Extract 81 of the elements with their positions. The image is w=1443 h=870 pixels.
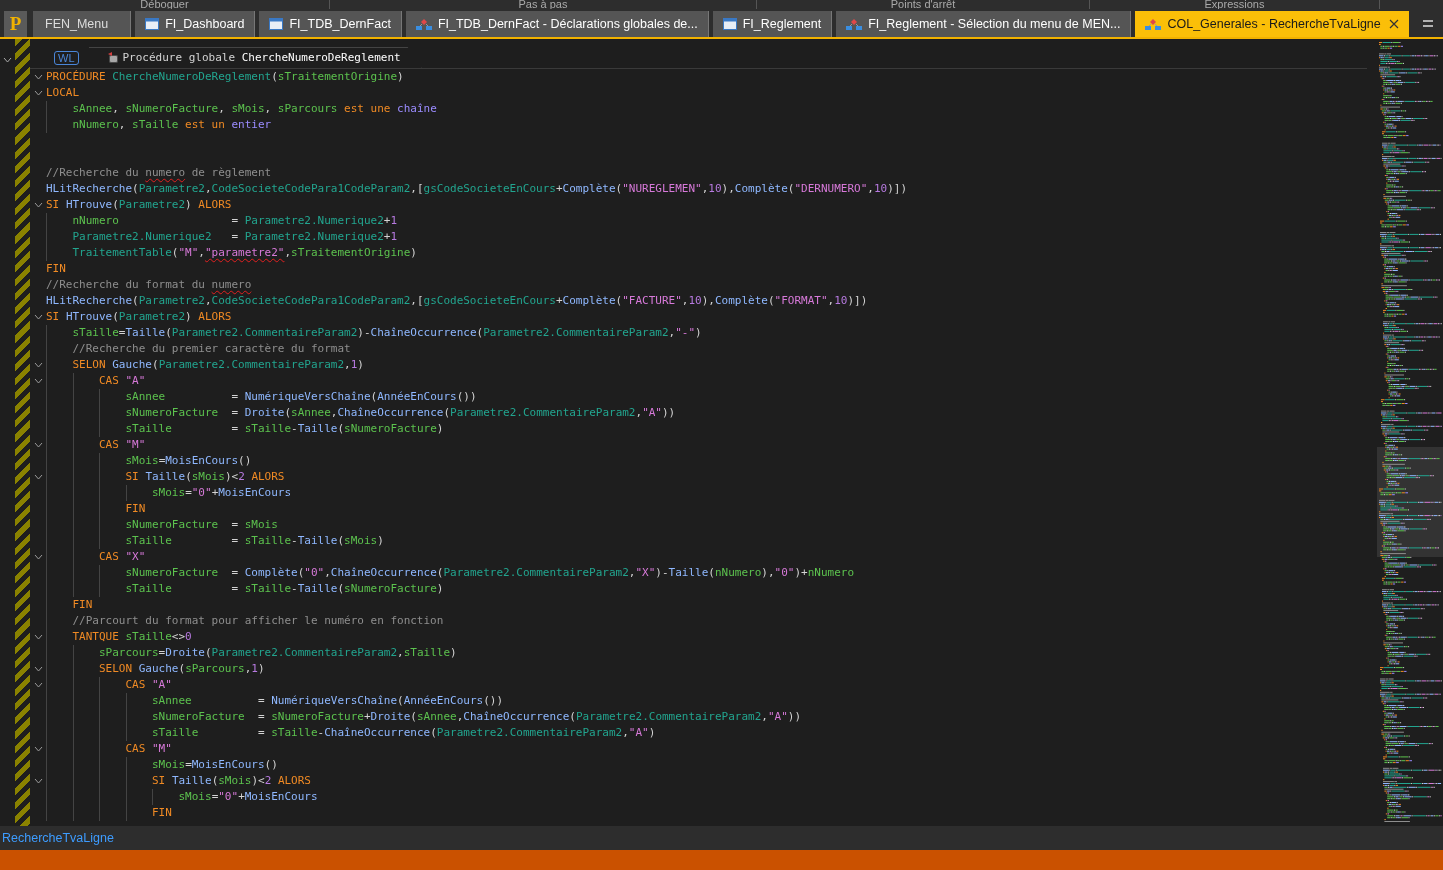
editor-tab[interactable]: FI_Reglement - Sélection du menu de MEN... bbox=[836, 11, 1132, 37]
fold-icon[interactable] bbox=[33, 90, 43, 96]
code-line: PROCÉDURE ChercheNumeroDeReglement(sTraitementOrigine) bbox=[46, 69, 404, 85]
fold-icon[interactable] bbox=[33, 682, 43, 688]
fold-icon[interactable] bbox=[33, 442, 43, 448]
code-line: SI Taille(sMois)<2 ALORS bbox=[152, 773, 311, 789]
code-line: SELON Gauche(Parametre2.CommentaireParam2,1) bbox=[72, 357, 364, 373]
code-line: sMois="0"+MoisEnCours bbox=[152, 485, 292, 501]
diagram-icon bbox=[846, 18, 863, 30]
code-line: FIN bbox=[125, 501, 146, 517]
code-line: CAS "M" bbox=[125, 741, 172, 757]
fold-icon[interactable] bbox=[33, 634, 43, 640]
code-line: sMois=MoisEnCours() bbox=[125, 453, 252, 469]
code-line: SI HTrouve(Parametre2) ALORS bbox=[46, 197, 232, 213]
code-line: //Recherche du format du numero bbox=[46, 277, 252, 293]
code-line: sNumeroFacture = Droite(sAnnee,ChaîneOccurrence(Parametre2.CommentaireParam2,"A")) bbox=[125, 405, 676, 421]
code-line: SELON Gauche(sParcours,1) bbox=[99, 661, 265, 677]
code-line: sTaille=Taille(Parametre2.CommentaireParam2)-ChaîneOccurrence(Parametre2.CommentaireParam2,"-") bbox=[72, 325, 702, 341]
fold-icon[interactable] bbox=[33, 746, 43, 752]
code-line: FIN bbox=[46, 261, 66, 277]
editor-tab[interactable]: FI_TDB_DernFact bbox=[259, 11, 402, 37]
fold-icon[interactable] bbox=[33, 378, 43, 384]
menu-icon[interactable] bbox=[1423, 19, 1433, 27]
code-line: //Recherche du premier caractère du format bbox=[72, 341, 351, 357]
code-line: FIN bbox=[72, 597, 93, 613]
close-icon[interactable] bbox=[1388, 19, 1399, 29]
editor-tab[interactable]: FEN_Menu bbox=[33, 11, 132, 37]
fold-icon[interactable] bbox=[33, 474, 43, 480]
code-line: sNumeroFacture = sMois bbox=[125, 517, 278, 533]
code-line: CAS "A" bbox=[99, 373, 146, 389]
code-line: LOCAL bbox=[46, 85, 80, 101]
code-line: nNumero = Parametre2.Numerique2+1 bbox=[72, 213, 398, 229]
code-line: HLitRecherche(Parametre2,CodeSocieteCodePara1CodeParam2,[gsCodeSocieteEnCours+Complète("NUREGLEMEN",10),Complète("DERNUMERO",10)]) bbox=[46, 181, 908, 197]
language-badge: WL bbox=[54, 51, 79, 65]
editor-tab[interactable]: FI_TDB_DernFact - Déclarations globales de... bbox=[405, 11, 709, 37]
editor-tab[interactable]: COL_Generales - RechercheTvaLigne bbox=[1135, 11, 1409, 37]
diagram-icon bbox=[415, 18, 432, 30]
code-line: TraitementTable("M","parametre2",sTraitementOrigine) bbox=[72, 245, 417, 261]
fold-icon[interactable] bbox=[33, 362, 43, 368]
code-line: sTaille = sTaille-ChaîneOccurrence(Parametre2.CommentaireParam2,"A") bbox=[152, 725, 656, 741]
code-line: sAnnee = NumériqueVersChaîne(AnnéeEnCours()) bbox=[152, 693, 504, 709]
fold-icon[interactable] bbox=[33, 554, 43, 560]
code-line: Parametre2.Numerique2 = Parametre2.Numerique2+1 bbox=[72, 229, 398, 245]
code-line: sTaille = sTaille-Taille(sNumeroFacture) bbox=[125, 581, 444, 597]
code-line: sMois="0"+MoisEnCours bbox=[178, 789, 318, 805]
status-text: RechercheTvaLigne bbox=[2, 831, 114, 845]
code-line: CAS "M" bbox=[99, 437, 146, 453]
code-line: TANTQUE sTaille<>0 bbox=[72, 629, 192, 645]
fold-icon[interactable] bbox=[33, 202, 43, 208]
code-line: nNumero, sTaille est un entier bbox=[72, 117, 272, 133]
window-icon bbox=[269, 18, 284, 30]
code-line: CAS "X" bbox=[99, 549, 146, 565]
window-icon bbox=[145, 18, 160, 30]
fold-icon[interactable] bbox=[33, 666, 43, 672]
procedure-title: Procédure globale ChercheNumeroDeReglement bbox=[122, 50, 401, 64]
code-line: //Parcourt du format pour afficher le numéro en fonction bbox=[72, 613, 444, 629]
code-line: SI Taille(sMois)<2 ALORS bbox=[125, 469, 285, 485]
code-line: CAS "A" bbox=[125, 677, 172, 693]
fold-icon[interactable] bbox=[33, 778, 43, 784]
code-line: SI HTrouve(Parametre2) ALORS bbox=[46, 309, 232, 325]
procedure-icon bbox=[106, 51, 118, 63]
code-line: sTaille = sTaille-Taille(sNumeroFacture) bbox=[125, 421, 444, 437]
diagram-icon bbox=[1145, 18, 1162, 30]
fold-icon[interactable] bbox=[33, 314, 43, 320]
code-line: sParcours=Droite(Parametre2.CommentaireParam2,sTaille) bbox=[99, 645, 457, 661]
code-line: sMois=MoisEnCours() bbox=[152, 757, 278, 773]
code-line: FIN bbox=[152, 805, 172, 821]
code-line: sTaille = sTaille-Taille(sMois) bbox=[125, 533, 384, 549]
window-icon bbox=[722, 18, 737, 30]
code-line: //Recherche du numero de règlement bbox=[46, 165, 272, 181]
editor-tab[interactable]: FI_Dashboard bbox=[135, 11, 256, 37]
editor-tab[interactable]: FI_Reglement bbox=[712, 11, 833, 37]
minimap-drawing[interactable] bbox=[1377, 42, 1443, 822]
code-line: HLitRecherche(Parametre2,CodeSocieteCodePara1CodeParam2,[gsCodeSocieteEnCours+Complète("FACTURE",10),Complète("FORMAT",10)]) bbox=[46, 293, 868, 309]
code-line: sAnnee = NumériqueVersChaîne(AnnéeEnCours()) bbox=[125, 389, 477, 405]
app-logo[interactable]: P bbox=[4, 11, 27, 37]
code-line: sAnnee, sNumeroFacture, sMois, sParcours est une chaîne bbox=[72, 101, 437, 117]
code-line: sNumeroFacture = sNumeroFacture+Droite(sAnnee,ChaîneOccurrence(Parametre2.CommentaireParam2,"A")) bbox=[152, 709, 802, 725]
fold-icon[interactable] bbox=[33, 74, 43, 80]
code-line: sNumeroFacture = Complète("0",ChaîneOccurrence(Parametre2.CommentaireParam2,"X")-Taille(nNumero),"0")+nNumero bbox=[125, 565, 855, 581]
collapse-icon[interactable] bbox=[3, 57, 12, 63]
